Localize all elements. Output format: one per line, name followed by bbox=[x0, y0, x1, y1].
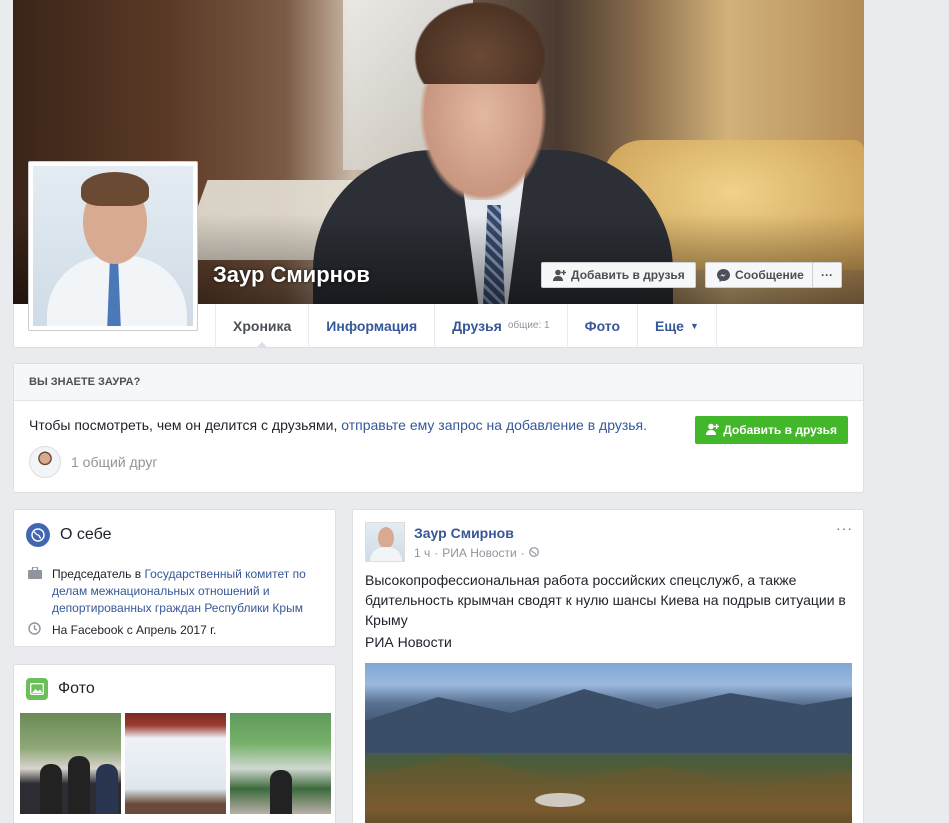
photo-figure bbox=[68, 756, 90, 814]
about-job: Председатель в Государственный комитет п… bbox=[28, 566, 328, 617]
image-hill bbox=[365, 754, 852, 823]
tab-timeline[interactable]: Хроника bbox=[215, 304, 308, 348]
pic-hair bbox=[81, 172, 149, 206]
mutual-friends[interactable]: 1 общий друг bbox=[29, 446, 157, 478]
more-dots: ··· bbox=[821, 268, 833, 282]
message-button[interactable]: Сообщение bbox=[705, 262, 815, 288]
separator-dot: · bbox=[434, 546, 439, 560]
photos-card: Фото bbox=[13, 664, 336, 823]
cover-hair bbox=[405, 0, 555, 84]
photo-thumbnail[interactable] bbox=[20, 713, 121, 814]
know-heading: ВЫ ЗНАЕТЕ ЗАУРА? bbox=[14, 364, 863, 401]
message-label: Сообщение bbox=[735, 268, 804, 282]
briefcase-icon bbox=[28, 566, 44, 617]
profile-image bbox=[33, 166, 193, 326]
messenger-icon bbox=[716, 268, 730, 282]
photo-figure bbox=[96, 764, 118, 814]
add-friend-icon bbox=[552, 268, 566, 282]
know-text-prefix: Чтобы посмотреть, чем он делится с друзь… bbox=[29, 417, 342, 433]
post-avatar[interactable] bbox=[365, 522, 405, 562]
photo-figure bbox=[40, 764, 62, 814]
post-meta: 1 ч · РИА Новости · bbox=[414, 546, 539, 560]
tab-label: Информация bbox=[326, 317, 418, 334]
job-prefix: Председатель в bbox=[52, 567, 145, 581]
mutual-count: общие: 1 bbox=[507, 320, 550, 331]
timeline-post: Заур Смирнов 1 ч · РИА Новости · ··· Выс… bbox=[352, 509, 864, 823]
caret-down-icon: ▼ bbox=[689, 320, 699, 331]
tab-friends[interactable]: Друзья общие: 1 bbox=[434, 304, 566, 347]
separator-dot: · bbox=[520, 546, 525, 560]
post-source-meta[interactable]: РИА Новости bbox=[442, 546, 516, 560]
mutual-label: 1 общий друг bbox=[71, 454, 158, 470]
tab-label: Фото bbox=[584, 317, 621, 334]
photo-thumbnail[interactable] bbox=[230, 713, 331, 814]
post-options-button[interactable]: ··· bbox=[836, 520, 853, 536]
post-source: РИА Новости bbox=[365, 634, 452, 650]
tab-photos[interactable]: Фото bbox=[566, 304, 637, 347]
photo-figure bbox=[270, 770, 292, 814]
clock-icon bbox=[28, 622, 44, 639]
tab-label: Хроника bbox=[233, 317, 292, 334]
mutual-friend-avatar[interactable] bbox=[29, 446, 61, 478]
about-card: О себе Председатель в Государственный ко… bbox=[13, 509, 336, 647]
photo-icon bbox=[26, 678, 48, 700]
image-smoke bbox=[535, 793, 585, 807]
add-friend-green-label: Добавить в друзья bbox=[723, 423, 837, 437]
tab-more[interactable]: Еще ▼ bbox=[637, 304, 717, 347]
tab-about[interactable]: Информация bbox=[308, 304, 434, 347]
more-options-button[interactable]: ··· bbox=[812, 262, 842, 288]
add-friend-icon bbox=[706, 423, 720, 438]
post-link-image[interactable] bbox=[365, 663, 852, 823]
know-text: Чтобы посмотреть, чем он делится с друзь… bbox=[29, 417, 647, 433]
image-ridge bbox=[365, 689, 852, 753]
post-time[interactable]: 1 ч bbox=[414, 546, 430, 560]
profile-picture[interactable] bbox=[28, 161, 198, 331]
tab-label: Друзья bbox=[452, 317, 502, 334]
add-friend-green-button[interactable]: Добавить в друзья bbox=[695, 416, 848, 444]
know-card: ВЫ ЗНАЕТЕ ЗАУРА? Чтобы посмотреть, чем о… bbox=[13, 363, 864, 493]
send-request-link[interactable]: отправьте ему запрос на добавление в дру… bbox=[341, 417, 647, 433]
photos-title: Фото bbox=[58, 680, 95, 697]
add-friend-label: Добавить в друзья bbox=[571, 268, 685, 282]
joined-text: На Facebook с Апрель 2017 г. bbox=[52, 623, 217, 637]
tab-label: Еще bbox=[655, 317, 684, 334]
photo-grid bbox=[20, 713, 331, 814]
post-author[interactable]: Заур Смирнов bbox=[414, 525, 514, 541]
profile-name[interactable]: Заур Смирнов bbox=[213, 262, 370, 288]
globe-icon bbox=[26, 523, 50, 547]
about-header: О себе bbox=[14, 510, 335, 547]
post-text: Высокопрофессиональная работа российских… bbox=[365, 572, 846, 628]
about-title: О себе bbox=[60, 526, 112, 543]
photo-thumbnail[interactable] bbox=[125, 713, 226, 814]
add-friend-button[interactable]: Добавить в друзья bbox=[541, 262, 696, 288]
public-globe-icon[interactable] bbox=[528, 546, 539, 560]
about-joined: На Facebook с Апрель 2017 г. bbox=[28, 622, 216, 639]
photos-header[interactable]: Фото bbox=[14, 665, 335, 700]
